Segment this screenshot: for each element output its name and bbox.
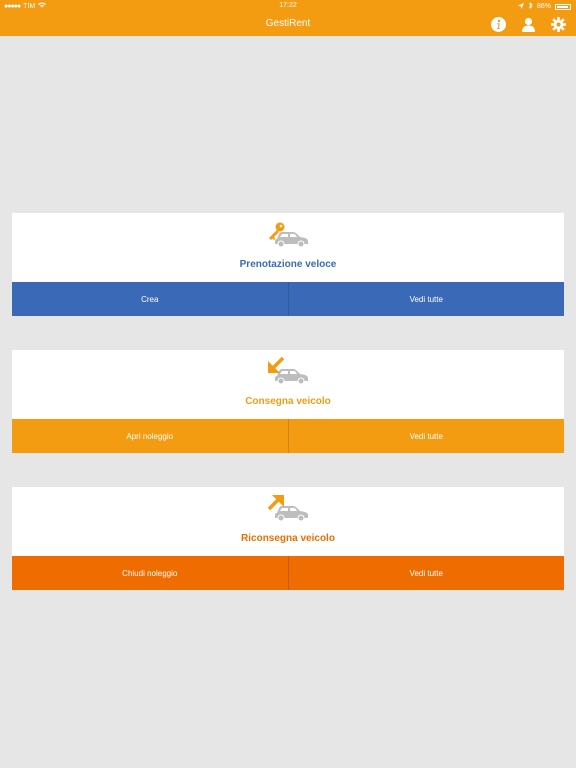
- status-bar: ●●●●● TIM 17:22 86%: [0, 0, 576, 12]
- vedi-tutte-riconsegne-button[interactable]: Vedi tutte: [287, 556, 565, 590]
- card-riconsegna: Riconsegna veicolo Chiudi noleggio Vedi …: [12, 487, 564, 590]
- card-consegna: Consegna veicolo Apri noleggio Vedi tutt…: [12, 350, 564, 453]
- key-car-icon: [267, 219, 311, 249]
- location-arrow-icon: [517, 2, 524, 11]
- battery-percent: 86%: [536, 3, 551, 10]
- gear-icon[interactable]: [550, 16, 566, 32]
- arrow-in-car-icon: [267, 356, 311, 386]
- battery-icon: [555, 3, 571, 10]
- info-icon[interactable]: [490, 16, 506, 32]
- user-icon[interactable]: [520, 16, 536, 32]
- apri-noleggio-button[interactable]: Apri noleggio: [12, 419, 288, 453]
- crea-button[interactable]: Crea: [12, 282, 288, 316]
- bluetooth-icon: [528, 2, 533, 11]
- status-time: 17:22: [279, 2, 297, 9]
- card-title: Consegna veicolo: [245, 396, 331, 407]
- card-title: Prenotazione veloce: [239, 259, 337, 270]
- app-header: GestiRent: [0, 12, 576, 36]
- arrow-out-car-icon: [267, 493, 311, 523]
- vedi-tutte-prenotazioni-button[interactable]: Vedi tutte: [287, 282, 565, 316]
- chiudi-noleggio-button[interactable]: Chiudi noleggio: [12, 556, 288, 590]
- vedi-tutte-consegne-button[interactable]: Vedi tutte: [287, 419, 565, 453]
- card-prenotazione: Prenotazione veloce Crea Vedi tutte: [12, 213, 564, 316]
- card-title: Riconsegna veicolo: [241, 533, 335, 544]
